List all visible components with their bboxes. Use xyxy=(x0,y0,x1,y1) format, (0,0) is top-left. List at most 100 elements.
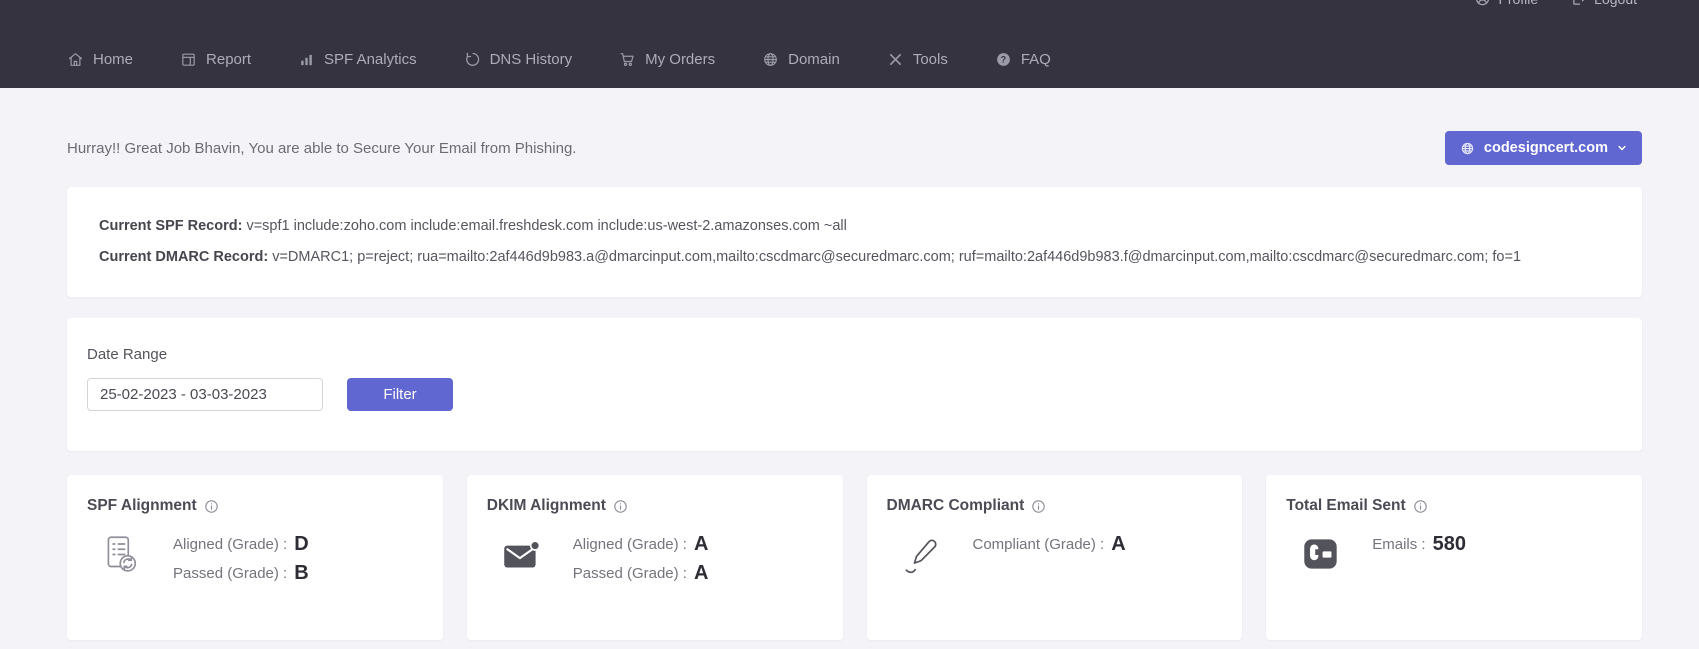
domain-selector-label: codesigncert.com xyxy=(1484,140,1608,156)
nav-item-dns-history[interactable]: DNS History xyxy=(464,51,573,68)
nav-label: Report xyxy=(206,51,251,68)
mailbox-icon xyxy=(1298,532,1344,578)
stat-card-dkim-alignment: DKIM Alignment Aligned (Grade) : A xyxy=(467,475,843,640)
stat-line: Compliant (Grade) : A xyxy=(973,534,1126,554)
nav-item-home[interactable]: Home xyxy=(67,51,133,68)
logout-button[interactable]: Logout xyxy=(1570,0,1637,7)
stat-line: Aligned (Grade) : A xyxy=(573,534,709,554)
list-sync-icon xyxy=(99,532,145,578)
globe-icon xyxy=(762,51,779,68)
info-icon[interactable] xyxy=(1031,499,1046,514)
greeting-text: Hurray!! Great Job Bhavin, You are able … xyxy=(67,140,576,157)
nav-item-tools[interactable]: Tools xyxy=(887,51,948,68)
date-filter-row: Filter xyxy=(87,378,1622,411)
profile-button[interactable]: Profile xyxy=(1474,0,1538,7)
date-range-label: Date Range xyxy=(87,346,1622,363)
pen-signature-icon xyxy=(899,532,945,578)
page-content: Hurray!! Great Job Bhavin, You are able … xyxy=(67,131,1642,640)
nav-label: Domain xyxy=(788,51,840,68)
greeting-row: Hurray!! Great Job Bhavin, You are able … xyxy=(67,131,1642,165)
stat-card-body: Aligned (Grade) : A Passed (Grade) : A xyxy=(487,532,825,583)
stat-value: A xyxy=(1111,534,1125,554)
stat-card-dmarc-compliant: DMARC Compliant Compliant (Grade) : A xyxy=(867,475,1243,640)
stat-label: Compliant (Grade) : xyxy=(973,536,1105,553)
nav-label: FAQ xyxy=(1021,51,1051,68)
nav-item-domain[interactable]: Domain xyxy=(762,51,840,68)
date-filter-card: Date Range Filter xyxy=(67,318,1642,451)
spf-record-line: Current SPF Record: v=spf1 include:zoho.… xyxy=(99,211,1610,242)
top-navbar: Profile Logout Home xyxy=(0,0,1699,88)
stat-value: B xyxy=(294,563,308,583)
dmarc-record-line: Current DMARC Record: v=DMARC1; p=reject… xyxy=(99,242,1610,273)
stat-cards-row: SPF Alignment Aligned (Grade) xyxy=(67,475,1642,640)
stat-card-body: Aligned (Grade) : D Passed (Grade) : B xyxy=(87,532,425,583)
nav-label: My Orders xyxy=(645,51,715,68)
svg-text:?: ? xyxy=(1001,54,1006,64)
stat-value: A xyxy=(694,563,708,583)
spf-record-value: v=spf1 include:zoho.com include:email.fr… xyxy=(242,218,846,234)
mail-notification-icon xyxy=(499,532,545,578)
stat-card-total-email-sent: Total Email Sent Emails : 580 xyxy=(1266,475,1642,640)
stat-line: Emails : 580 xyxy=(1372,534,1466,554)
nav-label: DNS History xyxy=(490,51,573,68)
stat-label: Passed (Grade) : xyxy=(573,565,687,582)
stat-card-body: Emails : 580 xyxy=(1286,532,1624,578)
stat-card-title: DKIM Alignment xyxy=(487,497,606,515)
nav-item-my-orders[interactable]: My Orders xyxy=(619,51,715,68)
history-icon xyxy=(464,51,481,68)
nav-label: SPF Analytics xyxy=(324,51,417,68)
stat-lines: Aligned (Grade) : A Passed (Grade) : A xyxy=(573,532,709,583)
stat-label: Aligned (Grade) : xyxy=(573,536,687,553)
stat-lines: Aligned (Grade) : D Passed (Grade) : B xyxy=(173,532,309,583)
stat-label: Emails : xyxy=(1372,536,1425,553)
info-icon[interactable] xyxy=(1413,499,1428,514)
stat-card-body: Compliant (Grade) : A xyxy=(887,532,1225,578)
stat-value: A xyxy=(694,534,708,554)
dmarc-record-value: v=DMARC1; p=reject; rua=mailto:2af446d9b… xyxy=(268,249,1521,265)
globe-icon xyxy=(1460,141,1475,156)
stat-label: Passed (Grade) : xyxy=(173,565,287,582)
utility-row: Profile Logout xyxy=(1474,0,1637,7)
stat-label: Aligned (Grade) : xyxy=(173,536,287,553)
stat-card-title: Total Email Sent xyxy=(1286,497,1405,515)
profile-label: Profile xyxy=(1498,0,1538,7)
bar-chart-icon xyxy=(298,51,315,68)
info-icon[interactable] xyxy=(204,499,219,514)
stat-card-title-row: SPF Alignment xyxy=(87,497,425,515)
nav-label: Tools xyxy=(913,51,948,68)
stat-line: Passed (Grade) : A xyxy=(573,563,709,583)
stat-line: Passed (Grade) : B xyxy=(173,563,309,583)
stat-card-title-row: DKIM Alignment xyxy=(487,497,825,515)
stat-lines: Emails : 580 xyxy=(1372,532,1466,554)
stat-card-title-row: DMARC Compliant xyxy=(887,497,1225,515)
nav-item-faq[interactable]: ? FAQ xyxy=(995,51,1051,68)
stat-card-title: SPF Alignment xyxy=(87,497,197,515)
stat-line: Aligned (Grade) : D xyxy=(173,534,309,554)
question-circle-icon: ? xyxy=(995,51,1012,68)
domain-selector-button[interactable]: codesigncert.com xyxy=(1445,131,1642,165)
info-icon[interactable] xyxy=(613,499,628,514)
cart-icon xyxy=(619,51,636,68)
profile-icon xyxy=(1474,0,1491,7)
dns-records-card: Current SPF Record: v=spf1 include:zoho.… xyxy=(67,187,1642,297)
nav-item-report[interactable]: Report xyxy=(180,51,251,68)
main-nav: Home Report SPF Analytics xyxy=(0,0,1699,88)
logout-icon xyxy=(1570,0,1587,7)
date-range-input[interactable] xyxy=(87,378,323,411)
tools-icon xyxy=(887,51,904,68)
stat-card-title-row: Total Email Sent xyxy=(1286,497,1624,515)
nav-item-spf-analytics[interactable]: SPF Analytics xyxy=(298,51,417,68)
stat-lines: Compliant (Grade) : A xyxy=(973,532,1126,554)
stat-value: D xyxy=(294,534,308,554)
chevron-down-icon xyxy=(1617,143,1627,153)
dmarc-record-label: Current DMARC Record: xyxy=(99,249,268,265)
stat-value: 580 xyxy=(1433,534,1466,554)
filter-button[interactable]: Filter xyxy=(347,378,453,411)
stat-card-spf-alignment: SPF Alignment Aligned (Grade) xyxy=(67,475,443,640)
stat-card-title: DMARC Compliant xyxy=(887,497,1025,515)
nav-label: Home xyxy=(93,51,133,68)
report-icon xyxy=(180,51,197,68)
spf-record-label: Current SPF Record: xyxy=(99,218,242,234)
logout-label: Logout xyxy=(1594,0,1637,7)
home-icon xyxy=(67,51,84,68)
